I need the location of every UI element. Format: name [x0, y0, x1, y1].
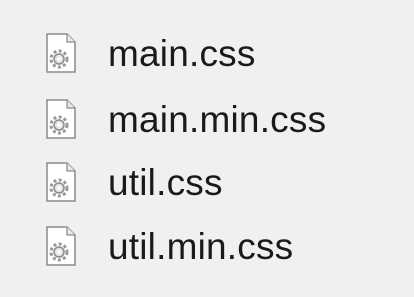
file-name: main.min.css: [108, 99, 327, 140]
css-file-gear-icon: [46, 162, 76, 202]
css-file-gear-icon: [46, 99, 76, 139]
file-name: main.css: [108, 33, 256, 74]
css-file-gear-icon: [46, 226, 76, 266]
file-item-main-min-css[interactable]: main.min.css: [0, 95, 414, 161]
file-item-main-css[interactable]: main.css: [0, 29, 414, 95]
file-name: util.css: [108, 162, 223, 203]
file-name: util.min.css: [108, 226, 294, 267]
file-list: main.css main.min.css util.css util.min.…: [0, 0, 414, 297]
file-item-util-min-css[interactable]: util.min.css: [0, 222, 414, 288]
file-item-util-css[interactable]: util.css: [0, 158, 414, 224]
css-file-gear-icon: [46, 33, 76, 73]
